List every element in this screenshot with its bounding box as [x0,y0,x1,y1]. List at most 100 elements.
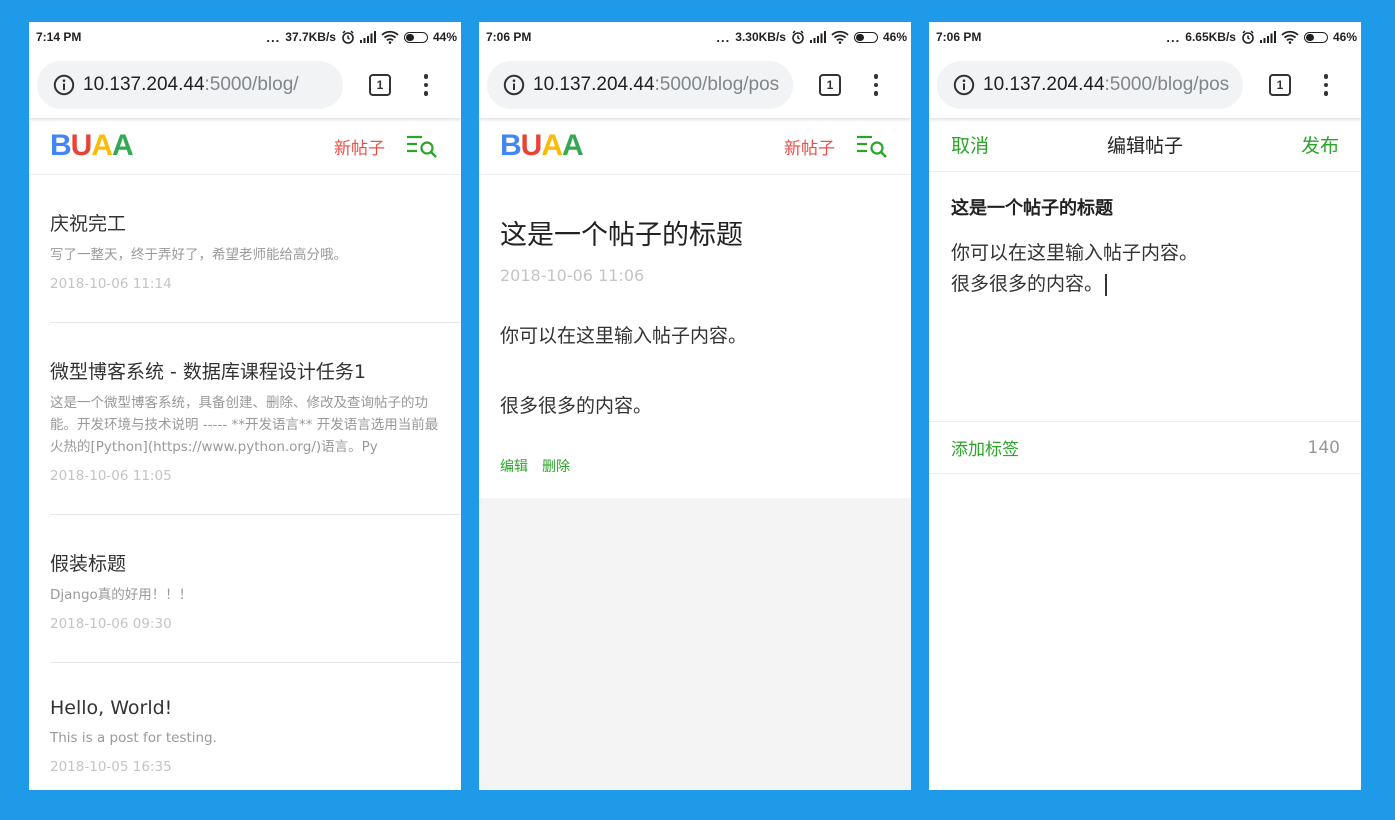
network-speed: 37.7KB/s [285,30,336,44]
page-title: 编辑帖子 [1106,135,1183,157]
post-title[interactable]: Hello, World! [50,697,441,719]
browser-toolbar: 10.137.204.44:5000/blog/ 1 [29,52,461,118]
publish-button[interactable]: 发布 [1301,131,1339,158]
app-header: BUAA 新帖子 [29,118,461,175]
more-notifications-icon: ... [1166,29,1181,45]
wifi-icon [831,30,849,44]
post-summary: 这是一个微型博客系统，具备创建、删除、修改及查询帖子的功能。开发环境与技术说明 … [50,395,439,455]
battery-percent: 44% [432,30,457,44]
browser-toolbar: 10.137.204.44:5000/blog/pos 1 [929,52,1361,118]
network-speed: 3.30KB/s [735,30,786,44]
url-text[interactable]: 10.137.204.44:5000/blog/pos [983,74,1229,96]
wifi-icon [381,30,399,44]
info-icon[interactable] [503,74,525,96]
battery-percent: 46% [882,30,907,44]
alarm-icon [1241,30,1255,44]
battery-icon [853,31,878,43]
status-bar: 7:06 PM ... 6.65KB/s 46% [929,22,1361,52]
signal-icon [809,31,826,43]
add-tag-button[interactable]: 添加标签 [951,435,1019,460]
content-textarea[interactable]: 你可以在这里输入帖子内容。 很多很多的内容。 [951,238,1339,300]
phone-screen-post-detail: 7:06 PM ... 3.30KB/s 46% 10.137.204.44:5… [479,22,911,790]
tab-switcher-button[interactable]: 1 [819,74,841,96]
more-menu-icon[interactable] [1323,74,1329,96]
list-item[interactable]: 微型博客系统 - 数据库课程设计任务1 这是一个微型博客系统，具备创建、删除、修… [50,323,461,515]
battery-level-fill [405,33,414,41]
post-date: 2018-10-06 09:30 [50,616,172,632]
buaa-logo[interactable]: BUAA [50,129,134,163]
post-editor[interactable]: 这是一个帖子的标题 你可以在这里输入帖子内容。 很多很多的内容。 [929,172,1361,422]
list-item[interactable]: Hello, World! This is a post for testing… [50,663,461,790]
content-line: 很多很多的内容。 [951,273,1104,295]
post-paragraph: 你可以在这里输入帖子内容。 [500,325,748,347]
title-input[interactable]: 这是一个帖子的标题 [951,194,1339,220]
tag-bar: 添加标签 140 [929,422,1361,474]
list-item[interactable]: 庆祝完工 写了一整天，终于弄好了，希望老师能给高分哦。 2018-10-06 1… [50,175,461,323]
network-speed: 6.65KB/s [1185,30,1236,44]
signal-icon [359,31,376,43]
status-bar: 7:14 PM ... 37.7KB/s 44% [29,22,461,52]
wifi-icon [1281,30,1299,44]
battery-level-fill [1305,33,1314,41]
url-host: 10.137.204.44 [533,74,655,95]
post-summary: Django真的好用！！！ [50,587,193,603]
post-actions: 编辑 删除 [500,456,890,476]
alarm-icon [341,30,355,44]
url-path: :5000/blog/pos [1104,74,1230,95]
tab-switcher-button[interactable]: 1 [1269,74,1291,96]
address-bar[interactable]: 10.137.204.44:5000/blog/pos [487,61,793,109]
status-time: 7:06 PM [936,30,982,44]
post-summary: This is a post for testing. [50,730,217,746]
post-title: 这是一个帖子的标题 [500,220,743,251]
post-list: 庆祝完工 写了一整天，终于弄好了，希望老师能给高分哦。 2018-10-06 1… [29,175,461,790]
info-icon[interactable] [953,74,975,96]
post-title[interactable]: 假装标题 [50,549,441,576]
list-item[interactable]: 假装标题 Django真的好用！！！ 2018-10-06 09:30 [50,515,461,663]
post-paragraph: 很多很多的内容。 [500,395,653,417]
address-bar[interactable]: 10.137.204.44:5000/blog/pos [937,61,1243,109]
new-post-link[interactable]: 新帖子 [334,134,385,159]
status-bar: 7:06 PM ... 3.30KB/s 46% [479,22,911,52]
browser-toolbar: 10.137.204.44:5000/blog/pos 1 [479,52,911,118]
post-date: 2018-10-06 11:06 [500,266,645,285]
list-search-icon[interactable] [857,134,889,158]
tab-switcher-button[interactable]: 1 [369,74,391,96]
address-bar[interactable]: 10.137.204.44:5000/blog/ [37,61,343,109]
new-post-link[interactable]: 新帖子 [784,134,835,159]
url-text[interactable]: 10.137.204.44:5000/blog/pos [533,74,779,96]
post-summary: 写了一整天，终于弄好了，希望老师能给高分哦。 [50,247,347,263]
phone-screen-post-list: 7:14 PM ... 37.7KB/s 44% 10.137.204.44:5… [29,22,461,790]
post-title[interactable]: 庆祝完工 [50,209,441,236]
more-notifications-icon: ... [716,29,731,45]
battery-percent: 46% [1332,30,1357,44]
content-line-with-caret: 很多很多的内容。 [951,269,1339,300]
app-header: BUAA 新帖子 [479,118,911,175]
url-host: 10.137.204.44 [983,74,1105,95]
signal-icon [1259,31,1276,43]
delete-link[interactable]: 删除 [542,456,570,476]
post-detail: 这是一个帖子的标题 2018-10-06 11:06 你可以在这里输入帖子内容。… [479,175,911,475]
post-date: 2018-10-05 16:35 [50,759,172,775]
url-host: 10.137.204.44 [83,74,205,95]
url-path: :5000/blog/ [204,74,299,95]
more-notifications-icon: ... [266,29,281,45]
info-icon[interactable] [53,74,75,96]
status-time: 7:06 PM [486,30,532,44]
more-menu-icon[interactable] [423,74,429,96]
text-caret [1105,273,1107,296]
url-path: :5000/blog/pos [654,74,780,95]
cancel-button[interactable]: 取消 [951,131,989,158]
list-search-icon[interactable] [407,134,439,158]
more-menu-icon[interactable] [873,74,879,96]
phone-screen-edit-post: 7:06 PM ... 6.65KB/s 46% 10.137.204.44:5… [929,22,1361,790]
battery-icon [403,31,428,43]
status-time: 7:14 PM [36,30,82,44]
buaa-logo[interactable]: BUAA [500,129,584,163]
post-title[interactable]: 微型博客系统 - 数据库课程设计任务1 [50,357,441,384]
content-line: 你可以在这里输入帖子内容。 [951,242,1199,264]
edit-link[interactable]: 编辑 [500,456,528,476]
url-text[interactable]: 10.137.204.44:5000/blog/ [83,74,299,96]
post-date: 2018-10-06 11:05 [50,468,172,484]
page-background [479,498,911,790]
post-date: 2018-10-06 11:14 [50,276,172,292]
